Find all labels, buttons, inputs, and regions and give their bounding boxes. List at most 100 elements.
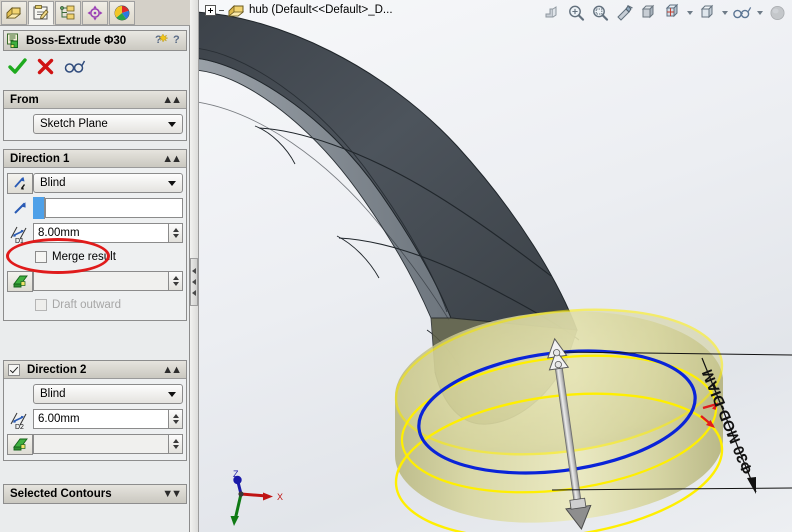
draft-outward-checkbox[interactable] bbox=[35, 299, 47, 311]
direction2-depth-value: 6.00mm bbox=[38, 413, 80, 425]
tab-display-manager[interactable] bbox=[109, 0, 135, 25]
draft-angle-icon bbox=[12, 438, 28, 451]
graphics-viewport[interactable]: Φ30 MOD-DIAM hub (Default<<Default>_D... bbox=[199, 0, 792, 532]
hide-show-items-caret[interactable] bbox=[720, 2, 729, 24]
from-start-condition-row: Sketch Plane bbox=[7, 113, 183, 135]
direction2-depth-field[interactable]: 6.00mm bbox=[33, 409, 169, 429]
spinner-down-icon[interactable] bbox=[172, 420, 179, 424]
section-view-icon bbox=[616, 4, 633, 21]
feature-tree-root-label: hub (Default<<Default>_D... bbox=[249, 4, 393, 16]
direction2-depth-spinner[interactable] bbox=[169, 409, 183, 429]
merge-result-checkbox[interactable] bbox=[35, 251, 47, 263]
chevron-up-icon[interactable]: ▲▲ bbox=[162, 364, 182, 376]
view-orientation-button[interactable] bbox=[637, 2, 659, 24]
detailed-preview-button[interactable] bbox=[64, 59, 86, 78]
direction1-depth-icon-slot: D1 bbox=[7, 223, 33, 245]
direction1-end-condition-select[interactable]: Blind bbox=[33, 173, 183, 193]
group-from-body: Sketch Plane bbox=[4, 109, 186, 140]
chevron-down-icon[interactable]: ▼▼ bbox=[162, 488, 182, 500]
help-question-icon[interactable]: ? bbox=[173, 32, 184, 49]
reverse-direction-icon bbox=[13, 177, 25, 190]
direction2-end-condition-select[interactable]: Blind bbox=[33, 384, 183, 404]
tab-configuration-manager[interactable] bbox=[55, 0, 81, 25]
chevron-up-icon[interactable]: ▲▲ bbox=[162, 94, 182, 106]
part-document-icon bbox=[227, 5, 245, 17]
spinner-up-icon[interactable] bbox=[172, 414, 179, 418]
direction1-draft-field[interactable] bbox=[33, 271, 169, 291]
edit-appearance-caret[interactable] bbox=[755, 2, 764, 24]
direction1-end-condition-row: Blind bbox=[7, 172, 183, 194]
spinner-down-icon[interactable] bbox=[172, 282, 179, 286]
previous-view-button[interactable] bbox=[541, 2, 563, 24]
feature-title-text: Boss-Extrude Φ30 bbox=[26, 34, 127, 47]
start-condition-select[interactable]: Sketch Plane bbox=[33, 114, 183, 134]
tab-dimxpert-manager[interactable] bbox=[82, 0, 108, 25]
ok-button[interactable] bbox=[8, 57, 27, 79]
triad-origin bbox=[238, 491, 244, 497]
direction2-enable-checkbox[interactable] bbox=[8, 363, 20, 376]
edit-appearance-button[interactable] bbox=[731, 2, 753, 24]
edit-appearance-icon bbox=[733, 7, 752, 19]
direction1-vector-icon-slot bbox=[7, 198, 33, 219]
zoom-to-fit-icon bbox=[568, 5, 584, 21]
group-from-header[interactable]: From ▲▲ bbox=[4, 91, 186, 109]
direction1-depth-spinner[interactable] bbox=[169, 223, 183, 243]
display-manager-icon bbox=[114, 5, 130, 20]
plus-box-icon[interactable] bbox=[205, 4, 216, 16]
direction2-icon-spacer bbox=[7, 384, 33, 405]
tab-property-manager[interactable] bbox=[28, 0, 54, 25]
dimension-arrowhead bbox=[747, 477, 756, 494]
reverse-direction-button[interactable] bbox=[7, 172, 33, 194]
spinner-up-icon[interactable] bbox=[172, 228, 179, 232]
direction1-draft-toggle[interactable] bbox=[7, 270, 33, 292]
direction2-draft-toggle[interactable] bbox=[7, 433, 33, 455]
display-style-button[interactable] bbox=[661, 2, 683, 24]
dimxpert-icon bbox=[87, 5, 103, 20]
section-view-button[interactable] bbox=[613, 2, 635, 24]
direction2-draft-spinner[interactable] bbox=[169, 434, 183, 454]
draft-outward-row[interactable]: Draft outward bbox=[7, 295, 183, 315]
depth-d2-icon: D2 bbox=[10, 412, 27, 431]
spinner-up-icon[interactable] bbox=[172, 439, 179, 443]
spinner-up-icon[interactable] bbox=[172, 276, 179, 280]
direction1-depth-value: 8.00mm bbox=[38, 227, 80, 239]
group-direction1-header[interactable]: Direction 1 ▲▲ bbox=[4, 150, 186, 168]
zoom-to-fit-button[interactable] bbox=[565, 2, 587, 24]
chevron-down-icon bbox=[168, 181, 176, 186]
panel-splitter[interactable] bbox=[190, 0, 199, 532]
group-direction-1: Direction 1 ▲▲ Blind D1 8.00mm Merge res… bbox=[3, 149, 187, 321]
chevron-up-icon[interactable]: ▲▲ bbox=[162, 153, 182, 165]
tab-feature-manager[interactable] bbox=[1, 0, 27, 25]
direction1-vector-field[interactable] bbox=[45, 198, 183, 218]
tree-connector bbox=[219, 9, 224, 11]
group-selected-contours-header[interactable]: Selected Contours ▼▼ bbox=[4, 485, 186, 503]
splitter-arrows-icon[interactable] bbox=[190, 258, 198, 306]
direction1-depth-field[interactable]: 8.00mm bbox=[33, 223, 169, 243]
whats-this-help-icon[interactable]: ? bbox=[155, 32, 171, 49]
direction1-depth-row: D1 8.00mm bbox=[7, 222, 183, 245]
zoom-to-area-button[interactable] bbox=[589, 2, 611, 24]
splitter-arrow-icon bbox=[192, 268, 196, 274]
depth-d1-icon: D1 bbox=[10, 226, 27, 245]
chevron-down-icon bbox=[721, 11, 728, 15]
display-style-caret[interactable] bbox=[685, 2, 694, 24]
chevron-down-icon bbox=[168, 122, 176, 127]
direction1-vector-row bbox=[7, 197, 183, 219]
green-check-icon bbox=[8, 57, 27, 74]
group-direction2-header[interactable]: Direction 2 ▲▲ bbox=[4, 361, 186, 379]
draft-outward-label: Draft outward bbox=[52, 299, 122, 311]
apply-scene-button[interactable] bbox=[766, 2, 788, 24]
spinner-down-icon[interactable] bbox=[172, 234, 179, 238]
feature-tree-root[interactable]: hub (Default<<Default>_D... bbox=[205, 2, 393, 18]
splitter-arrow-icon bbox=[192, 279, 196, 285]
direction2-depth-label: D2 bbox=[15, 424, 24, 431]
merge-result-row[interactable]: Merge result bbox=[7, 247, 183, 267]
hide-show-items-button[interactable] bbox=[696, 2, 718, 24]
direction2-draft-row bbox=[7, 433, 183, 455]
cancel-button[interactable] bbox=[37, 58, 54, 78]
direction2-depth-row: D2 6.00mm bbox=[7, 408, 183, 431]
direction2-draft-field[interactable] bbox=[33, 434, 169, 454]
triad-label-z: Z bbox=[233, 469, 239, 479]
direction1-draft-spinner[interactable] bbox=[169, 271, 183, 291]
spinner-down-icon[interactable] bbox=[172, 445, 179, 449]
